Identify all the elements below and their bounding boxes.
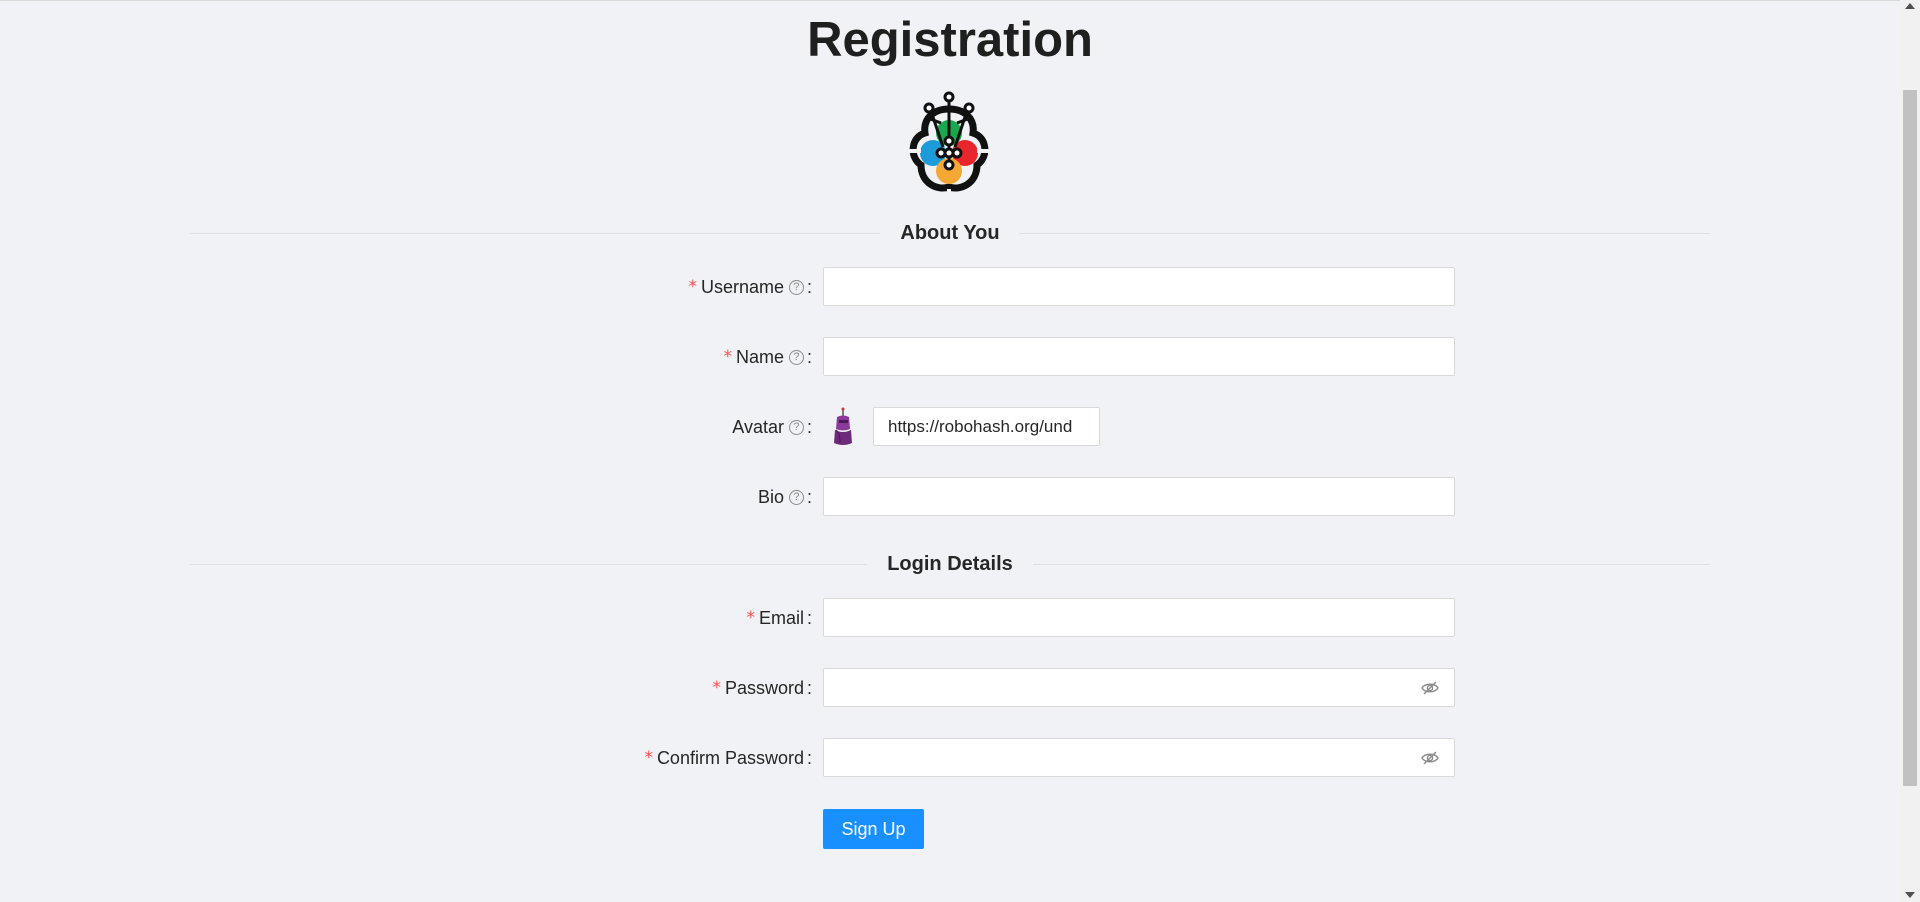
label-colon: :	[806, 486, 812, 507]
email-label-text: Email	[758, 607, 804, 628]
confirm-password-label-text: Confirm Password	[656, 747, 804, 768]
section-divider-login: Login Details	[190, 553, 1710, 575]
avatar-label-text: Avatar	[732, 416, 784, 437]
bio-label: Bio ? :	[758, 477, 812, 517]
label-colon: :	[806, 416, 812, 437]
username-input[interactable]	[823, 267, 1455, 306]
name-input[interactable]	[823, 337, 1455, 376]
section-title-about: About You	[880, 222, 1020, 244]
question-circle-icon[interactable]: ?	[788, 419, 804, 435]
registration-page: Registration About You * Username ?: * …	[0, 0, 1920, 902]
eye-invisible-icon[interactable]	[1421, 679, 1439, 697]
confirm-password-input[interactable]	[823, 738, 1455, 777]
required-mark: *	[644, 747, 653, 768]
form-row-bio: Bio ? :	[0, 477, 1900, 517]
password-label: * Password :	[712, 668, 812, 708]
label-colon: :	[806, 346, 812, 367]
page-title: Registration	[807, 13, 1093, 67]
avatar-url-input[interactable]	[873, 407, 1100, 446]
sign-up-button[interactable]: Sign Up	[823, 809, 924, 849]
label-colon: :	[806, 747, 812, 768]
required-mark: *	[746, 607, 755, 628]
form-row-avatar: Avatar ? :	[0, 407, 1900, 447]
form-row-name: * Name ? :	[0, 337, 1900, 377]
form-row-username: * Username ? :	[0, 267, 1900, 307]
question-circle-icon[interactable]: ?	[788, 489, 804, 505]
label-colon: :	[806, 677, 812, 698]
logo-icon	[907, 91, 991, 195]
top-border	[0, 0, 1900, 1]
name-label-text: Name	[735, 346, 784, 367]
required-mark: *	[688, 276, 697, 297]
question-circle-icon[interactable]: ?	[788, 349, 804, 365]
eye-invisible-icon[interactable]	[1421, 749, 1439, 767]
scroll-down-arrow-icon[interactable]	[1905, 892, 1915, 898]
scrollbar-thumb[interactable]	[1903, 90, 1917, 786]
bio-input[interactable]	[823, 477, 1455, 516]
required-mark: *	[712, 677, 721, 698]
label-colon: :	[806, 276, 812, 297]
form-row-confirm-password: * Confirm Password :	[0, 738, 1900, 778]
confirm-password-label: * Confirm Password :	[644, 738, 812, 778]
email-label: * Email :	[746, 598, 812, 638]
label-colon: :	[806, 607, 812, 628]
username-label-text: Username	[700, 276, 784, 297]
form-row-password: * Password :	[0, 668, 1900, 708]
password-label-text: Password	[724, 677, 804, 698]
question-circle-icon[interactable]: ?	[788, 279, 804, 295]
password-input[interactable]	[823, 668, 1455, 707]
scroll-up-arrow-icon[interactable]	[1905, 3, 1915, 9]
required-mark: *	[723, 346, 732, 367]
name-label: * Name ? :	[723, 337, 812, 377]
email-input[interactable]	[823, 598, 1455, 637]
username-label: * Username ? :	[688, 267, 812, 307]
robot-avatar-icon	[834, 407, 852, 445]
scrollbar[interactable]	[1900, 0, 1920, 902]
form-row-email: * Email :	[0, 598, 1900, 638]
section-divider-about: About You	[190, 222, 1710, 244]
avatar-label: Avatar ? :	[732, 407, 812, 447]
bio-label-text: Bio	[757, 486, 784, 507]
section-title-login: Login Details	[867, 553, 1033, 575]
